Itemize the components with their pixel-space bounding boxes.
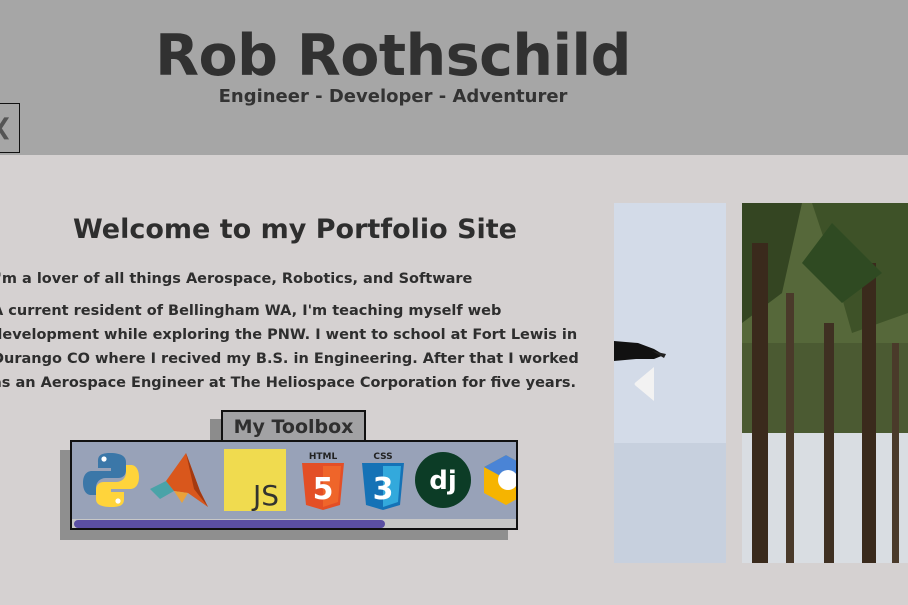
menu-toggle-button[interactable]: ❮ — [0, 103, 20, 153]
html5-icon: HTML 5 — [292, 449, 354, 511]
chevron-left-icon — [634, 367, 654, 401]
toolbox-label: My Toolbox — [221, 410, 366, 441]
site-header: Rob Rothschild Engineer - Developer - Ad… — [0, 0, 908, 155]
css3-icon-glyph: 3 — [373, 472, 394, 507]
django-icon-text: dj — [429, 466, 457, 496]
site-title: Rob Rothschild — [155, 23, 631, 89]
html5-icon-glyph: 5 — [313, 472, 334, 507]
toolbox-carousel[interactable]: JS HTML 5 CSS 3 dj — [70, 440, 518, 530]
intro-text-1: I'm a lover of all things Aerospace, Rob… — [0, 271, 473, 287]
django-icon: dj — [412, 449, 474, 511]
javascript-icon-text: JS — [251, 479, 279, 511]
intro-text-2: A current resident of Bellingham WA, I'm… — [0, 303, 579, 391]
css3-icon: CSS 3 — [352, 449, 414, 511]
matlab-icon — [148, 449, 210, 511]
snow-hand-photo — [614, 203, 726, 563]
site-tagline: Engineer - Developer - Adventurer — [218, 86, 568, 107]
gcp-icon — [476, 449, 516, 511]
chevron-left-icon: ❮ — [0, 117, 12, 139]
python-icon — [80, 449, 142, 511]
forest-photo — [742, 203, 908, 563]
toolbox-scrollbar-thumb[interactable] — [74, 520, 385, 528]
gallery-prev-button[interactable] — [632, 366, 658, 402]
css3-icon-text: CSS — [373, 452, 392, 462]
html5-icon-text: HTML — [309, 452, 338, 462]
welcome-heading: Welcome to my Portfolio Site — [72, 214, 517, 245]
javascript-icon: JS — [224, 449, 286, 511]
